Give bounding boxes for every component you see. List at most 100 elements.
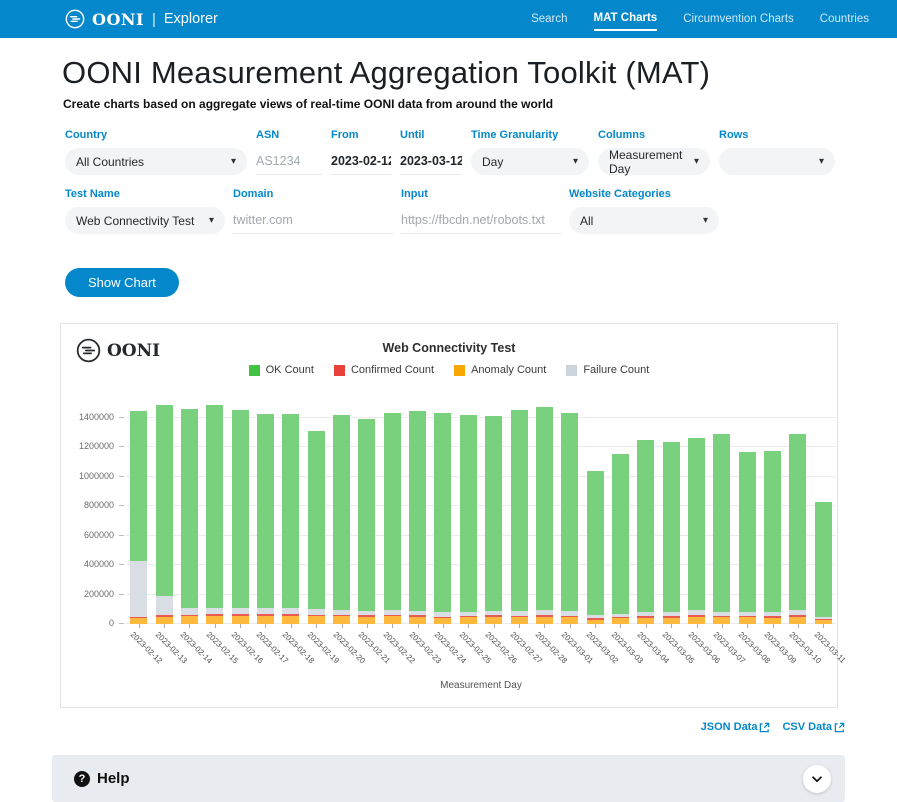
x-axis-tick — [265, 624, 266, 628]
asn-input[interactable] — [256, 148, 322, 175]
json-data-link-label: JSON Data — [701, 721, 758, 733]
external-link-icon — [834, 722, 845, 733]
y-axis-tick — [119, 476, 124, 477]
page-title: OONI Measurement Aggregation Toolkit (MA… — [62, 55, 897, 91]
csv-data-link-label: CSV Data — [782, 721, 832, 733]
bar-2023-03-06[interactable] — [688, 438, 705, 624]
external-link-icon — [759, 722, 770, 733]
bar-2023-02-15[interactable] — [206, 405, 223, 624]
csv-data-link[interactable]: CSV Data — [782, 721, 845, 733]
x-axis-tick — [240, 624, 241, 628]
legend-label: OK Count — [266, 364, 314, 376]
input-input[interactable] — [401, 207, 561, 234]
bar-segment-failure-count — [181, 608, 198, 615]
y-axis-tick — [119, 417, 124, 418]
y-axis-tick — [119, 623, 124, 624]
bar-2023-03-10[interactable] — [789, 434, 806, 624]
brand[interactable]: OONI | Explorer — [65, 9, 218, 29]
help-expand-button[interactable] — [803, 765, 831, 793]
bar-segment-failure-count — [282, 608, 299, 615]
time-granularity-select[interactable]: Day ▾ — [471, 148, 589, 175]
bar-segment-anomaly-count — [713, 617, 730, 624]
bar-segment-ok-count — [764, 451, 781, 612]
from-date-input[interactable] — [331, 148, 391, 175]
brand-name: OONI — [92, 10, 144, 29]
chevron-down-icon: ▾ — [231, 156, 236, 167]
brand-product: Explorer — [164, 11, 218, 27]
bar-2023-02-27[interactable] — [511, 410, 528, 624]
bar-2023-02-22[interactable] — [384, 413, 401, 624]
x-axis-tick — [798, 624, 799, 628]
y-axis-tick-label: 800000 — [64, 500, 114, 510]
y-axis-tick-label: 400000 — [64, 559, 114, 569]
bar-2023-02-14[interactable] — [181, 409, 198, 624]
bar-segment-ok-count — [434, 413, 451, 612]
rows-select[interactable]: ▾ — [719, 148, 835, 175]
domain-input[interactable] — [233, 207, 393, 234]
bar-2023-03-09[interactable] — [764, 451, 781, 624]
bar-2023-02-12[interactable] — [130, 411, 147, 624]
legend-swatch — [249, 365, 260, 376]
bar-segment-anomaly-count — [308, 616, 325, 624]
bar-2023-03-02[interactable] — [587, 471, 604, 624]
y-axis-tick — [119, 594, 124, 595]
json-data-link[interactable]: JSON Data — [701, 721, 771, 733]
x-axis-tick — [823, 624, 824, 628]
bar-segment-anomaly-count — [739, 617, 756, 624]
legend-item: Failure Count — [566, 364, 649, 376]
bar-2023-02-25[interactable] — [460, 415, 477, 624]
bar-2023-03-03[interactable] — [612, 454, 629, 624]
test-name-select[interactable]: Web Connectivity Test ▾ — [65, 207, 225, 234]
show-chart-button[interactable]: Show Chart — [65, 268, 179, 297]
x-axis-tick — [646, 624, 647, 628]
bar-segment-ok-count — [257, 414, 274, 608]
bar-segment-ok-count — [409, 411, 426, 611]
bar-segment-anomaly-count — [688, 617, 705, 624]
bar-segment-ok-count — [663, 442, 680, 612]
until-date-input[interactable] — [400, 148, 462, 175]
bar-2023-03-04[interactable] — [637, 440, 654, 624]
x-axis-tick — [342, 624, 343, 628]
bar-segment-ok-count — [460, 415, 477, 612]
bar-2023-02-20[interactable] — [333, 415, 350, 624]
bar-segment-anomaly-count — [333, 616, 350, 624]
bar-segment-anomaly-count — [156, 617, 173, 624]
bar-2023-03-11[interactable] — [815, 502, 832, 624]
bar-segment-ok-count — [739, 452, 756, 612]
bar-2023-02-16[interactable] — [232, 410, 249, 624]
bar-segment-ok-count — [536, 407, 553, 610]
bar-segment-ok-count — [713, 434, 730, 612]
x-axis-tick — [494, 624, 495, 628]
bar-2023-02-19[interactable] — [308, 431, 325, 624]
bar-2023-02-18[interactable] — [282, 414, 299, 624]
bar-2023-02-26[interactable] — [485, 416, 502, 624]
y-axis-tick-label: 600000 — [64, 530, 114, 540]
columns-select[interactable]: Measurement Day ▾ — [598, 148, 710, 175]
country-select[interactable]: All Countries ▾ — [65, 148, 247, 175]
legend-label: Confirmed Count — [351, 364, 434, 376]
bar-segment-anomaly-count — [789, 617, 806, 624]
nav-item-countries[interactable]: Countries — [820, 9, 869, 30]
brand-separator: | — [152, 11, 156, 28]
bar-segment-anomaly-count — [206, 616, 223, 624]
website-categories-select[interactable]: All ▾ — [569, 207, 719, 234]
bar-2023-02-17[interactable] — [257, 414, 274, 624]
country-select-value: All Countries — [76, 155, 144, 169]
bar-2023-02-21[interactable] — [358, 419, 375, 624]
bar-2023-03-07[interactable] — [713, 434, 730, 624]
bar-segment-ok-count — [156, 405, 173, 596]
bar-segment-ok-count — [587, 471, 604, 615]
help-section-header[interactable]: ? Help — [52, 755, 845, 802]
bar-2023-02-23[interactable] — [409, 411, 426, 624]
question-mark-icon: ? — [74, 771, 90, 787]
bar-2023-03-08[interactable] — [739, 452, 756, 624]
nav-item-circumvention-charts[interactable]: Circumvention Charts — [683, 9, 794, 30]
bar-2023-02-28[interactable] — [536, 407, 553, 624]
bar-2023-02-13[interactable] — [156, 405, 173, 624]
nav-item-mat-charts[interactable]: MAT Charts — [594, 8, 658, 31]
bar-2023-03-01[interactable] — [561, 413, 578, 624]
nav-item-search[interactable]: Search — [531, 9, 567, 30]
bar-2023-03-05[interactable] — [663, 442, 680, 624]
x-axis-tick — [215, 624, 216, 628]
bar-2023-02-24[interactable] — [434, 413, 451, 624]
